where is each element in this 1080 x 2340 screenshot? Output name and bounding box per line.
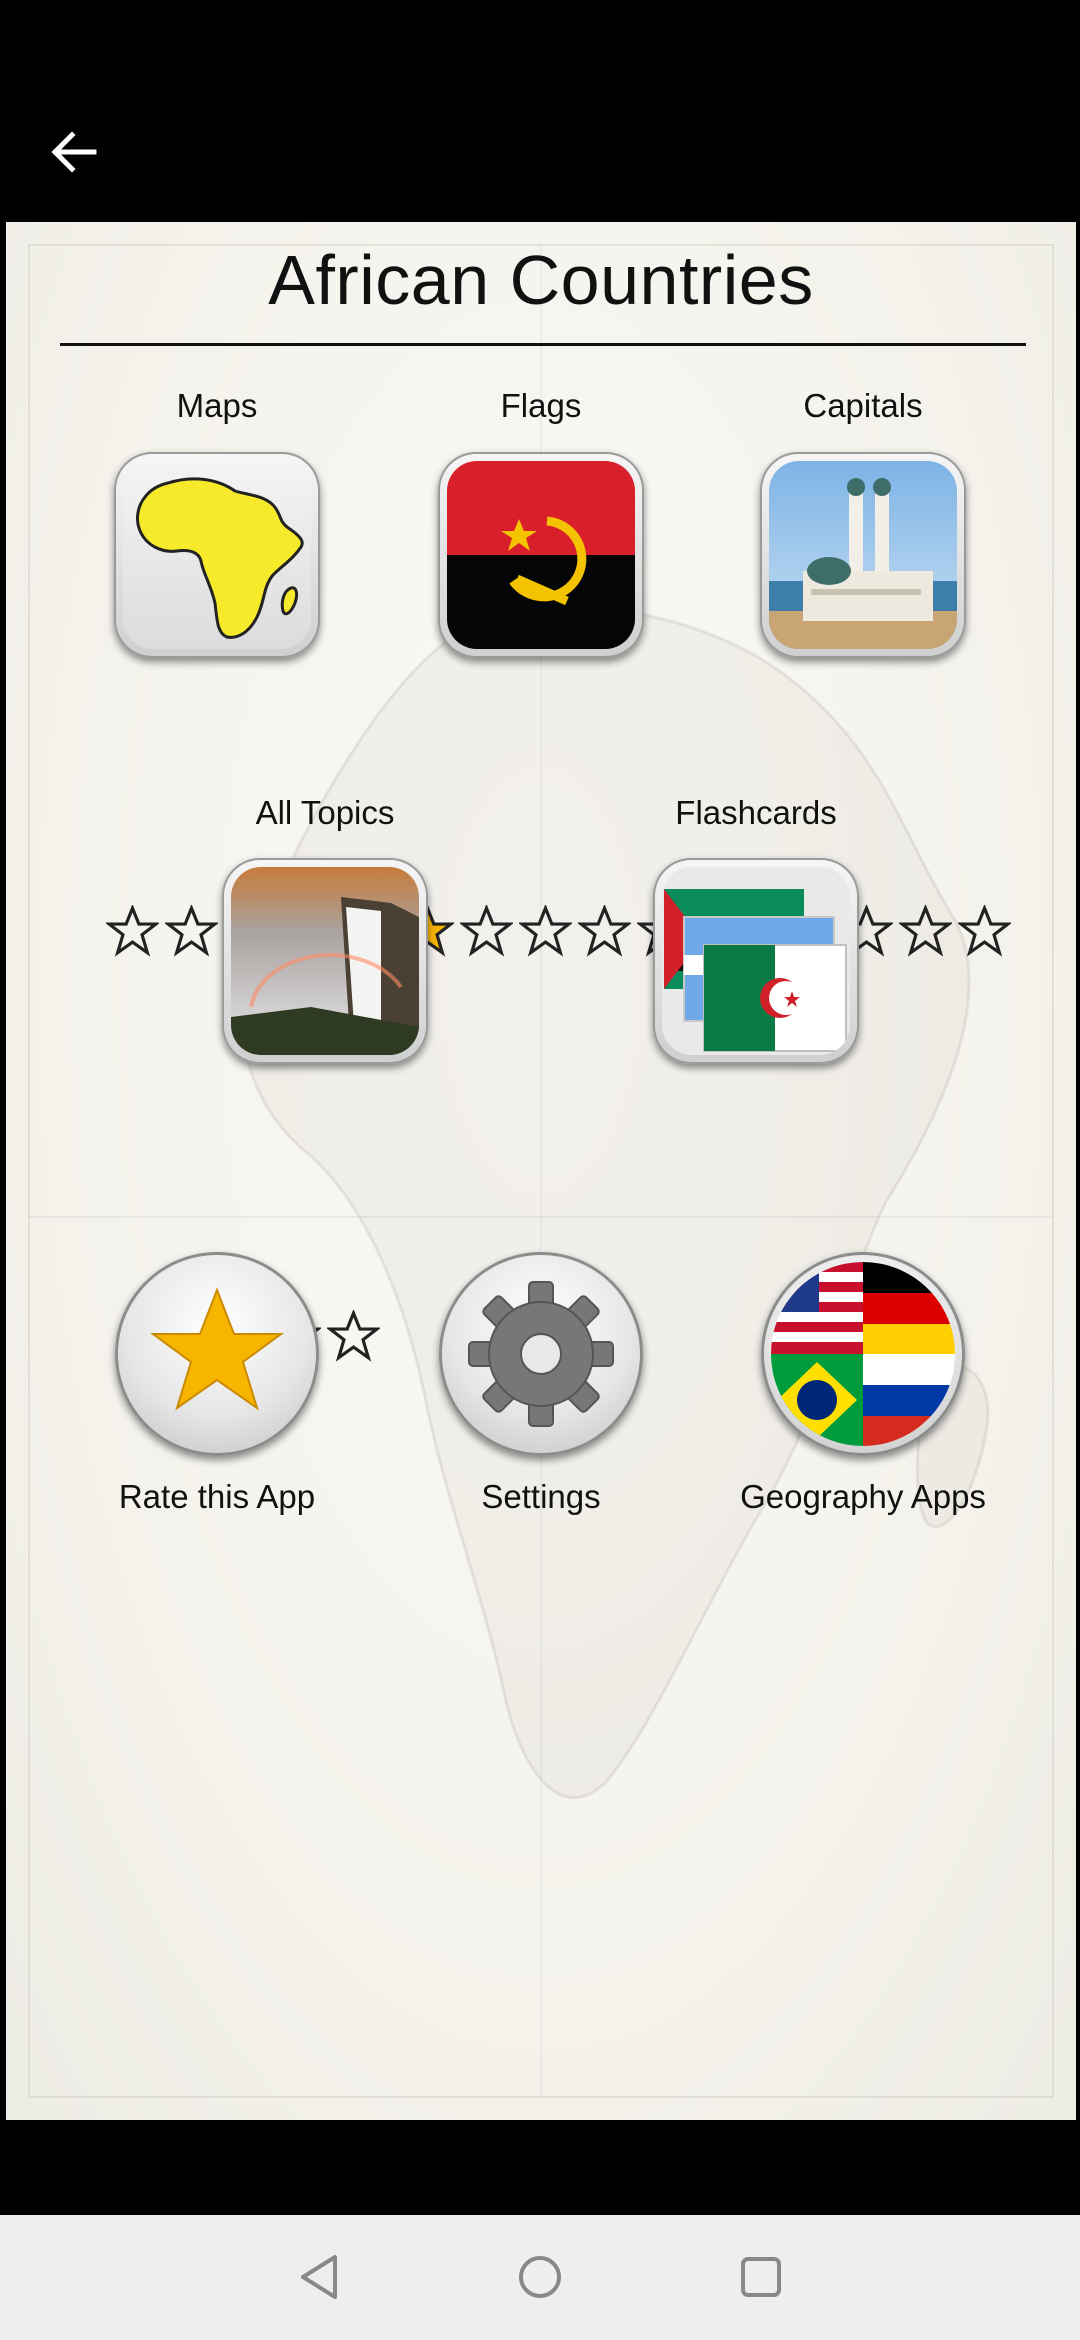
- world-flags-icon: [771, 1262, 955, 1446]
- title-divider: [60, 343, 1026, 346]
- main-panel: African Countries Maps Flags Capitals Al…: [6, 222, 1076, 2120]
- star-icon: [519, 905, 572, 957]
- top-app-bar: [0, 0, 1080, 222]
- geography-apps-button[interactable]: [761, 1252, 965, 1456]
- star-icon: [149, 1287, 285, 1411]
- africa-map-icon: [136, 477, 304, 639]
- nav-back-icon[interactable]: [291, 2247, 351, 2307]
- rate-app-button[interactable]: [115, 1252, 319, 1456]
- all-topics-label: All Topics: [255, 794, 395, 831]
- geography-apps-label: Geography Apps: [740, 1478, 986, 1515]
- capitals-label: Capitals: [803, 387, 923, 424]
- flags-stars: [401, 905, 690, 958]
- star-icon: [578, 905, 631, 957]
- settings-label: Settings: [481, 1478, 601, 1515]
- gear-icon: [468, 1281, 614, 1427]
- angola-flag-icon: [447, 461, 635, 649]
- back-arrow-icon[interactable]: [44, 122, 104, 182]
- capitals-button[interactable]: [760, 452, 966, 658]
- nav-recents-icon[interactable]: [731, 2247, 791, 2307]
- star-icon: [327, 1310, 380, 1362]
- waterfall-photo-icon: [231, 867, 419, 1055]
- flags-button[interactable]: [438, 452, 644, 658]
- flags-label: Flags: [500, 387, 582, 424]
- rate-app-label: Rate this App: [118, 1478, 316, 1515]
- page-title: African Countries: [268, 241, 814, 319]
- star-icon: [106, 905, 159, 957]
- system-navigation-bar: [0, 2215, 1080, 2340]
- star-icon: [165, 905, 218, 957]
- maps-button[interactable]: [114, 452, 320, 658]
- flashcards-button[interactable]: [653, 858, 859, 1064]
- all-topics-button[interactable]: [222, 858, 428, 1064]
- star-icon: [460, 905, 513, 957]
- bottom-spacer: [0, 2120, 1080, 2215]
- flashcards-label: Flashcards: [675, 794, 837, 831]
- flashcards-icon: [664, 889, 847, 1052]
- star-icon: [899, 905, 952, 957]
- maps-label: Maps: [176, 387, 258, 424]
- mosque-photo-icon: [769, 461, 957, 649]
- nav-home-icon[interactable]: [510, 2247, 570, 2307]
- star-icon: [958, 905, 1011, 957]
- settings-button[interactable]: [439, 1252, 643, 1456]
